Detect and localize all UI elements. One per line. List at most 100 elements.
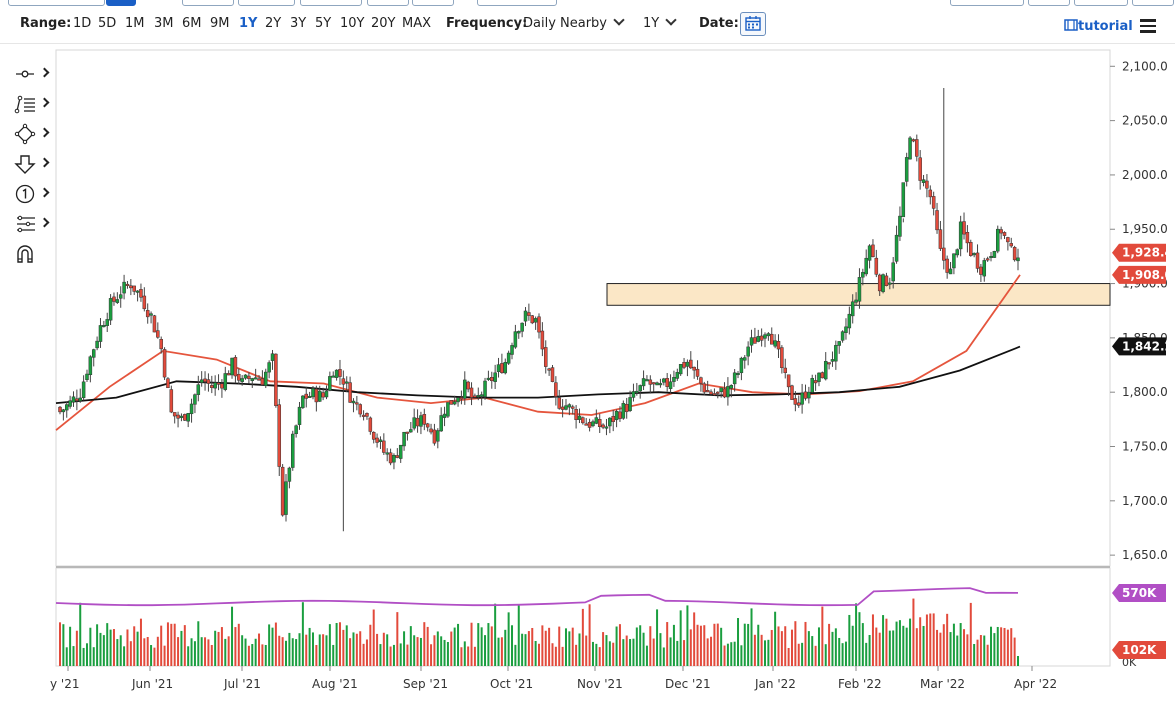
volume-bar [1013,637,1016,666]
volume-bar [963,629,966,666]
volume-bar [234,627,237,666]
candle-body [64,404,69,411]
volume-bar [318,634,321,666]
volume-bar [608,641,611,666]
candle-body [490,377,494,382]
candle-body [881,274,885,293]
volume-bar [106,623,109,666]
volume-bar [89,627,92,666]
candle-body [334,369,339,378]
candle-body [658,383,663,386]
candle-body [864,257,868,275]
volume-bar [423,622,426,666]
volume-bar [72,646,75,666]
candle-body [776,341,781,350]
volume-bar [703,625,706,666]
candle-body [429,428,433,433]
volume-bar [699,625,702,666]
candle-body [129,285,133,289]
candle-body [749,337,754,346]
candle-body [570,406,575,409]
candle-body [716,391,720,394]
candle-body [456,397,460,403]
volume-bar [784,626,787,666]
candle-body [348,382,352,403]
volume-bar [581,608,584,666]
volume-bar [163,645,166,666]
volume-bar [200,637,203,666]
volume-bar [568,631,571,666]
volume-bar [622,639,625,666]
volume-bar [524,634,527,666]
candle-body [999,229,1003,234]
candle-body [436,430,440,442]
volume-bar [467,646,470,666]
volume-bar [817,627,820,666]
y-tick-label: 1,650.0 [1122,548,1168,562]
volume-bar [301,602,304,666]
candle-body [338,369,342,377]
candle-body [874,257,879,275]
volume-bar [311,632,314,666]
volume-bar [541,625,544,666]
candle-body [237,373,241,381]
candle-body [476,395,481,398]
candle-body [918,157,922,181]
volume-bar [838,637,841,666]
volume-bar [527,631,530,666]
candle-body [324,390,329,398]
volume-bar [345,625,348,666]
volume-bar [919,617,922,666]
price-chart[interactable]: 2,100.02,050.02,000.01,950.01,900.01,850… [0,0,1175,709]
candle-body [854,299,858,303]
price-tag: 1,908.0 [1122,268,1173,282]
volume-bar [743,623,746,666]
volume-bar [497,637,500,666]
candle-body [736,373,740,376]
volume-bar [183,625,186,666]
volume-bar [322,634,325,666]
volume-bar [274,622,277,666]
candle-body [1002,232,1007,236]
volume-bar [797,643,800,666]
candle-body [135,290,140,293]
volume-bar [396,612,399,666]
candle-body [678,364,683,375]
volume-bar [936,629,939,666]
candle-body [213,382,217,389]
y-tick-label: 1,750.0 [1122,440,1168,454]
candle-body [543,347,548,367]
candle-body [786,374,791,388]
candle-body [250,378,255,381]
candle-body [402,431,406,447]
volume-bar [693,612,696,666]
candle-body [520,322,524,332]
volume-bar [946,613,949,666]
volume-bar [551,643,554,666]
volume-bar [595,643,598,666]
candle-body [837,341,841,346]
candle-body [989,255,993,258]
candle-body [648,379,653,385]
candle-body [547,368,551,371]
volume-bar [170,623,173,666]
volume-bar [929,613,932,666]
volume-bar [244,638,247,666]
candle-body [911,139,916,142]
candle-body [938,229,943,249]
volume-bar [146,636,149,666]
volume-bar [747,623,750,666]
volume-bar [767,639,770,666]
candle-body [834,345,838,362]
candle-body [584,423,588,426]
volume-bar [561,646,564,666]
candle-body [264,371,268,387]
candle-body [449,400,454,405]
candle-body [294,425,298,435]
x-tick-label: Jul '21 [223,677,261,691]
volume-bar [109,629,112,666]
candle-body [196,384,201,395]
volume-bar [210,645,213,666]
volume-bar [905,627,908,666]
candle-body [638,385,642,392]
